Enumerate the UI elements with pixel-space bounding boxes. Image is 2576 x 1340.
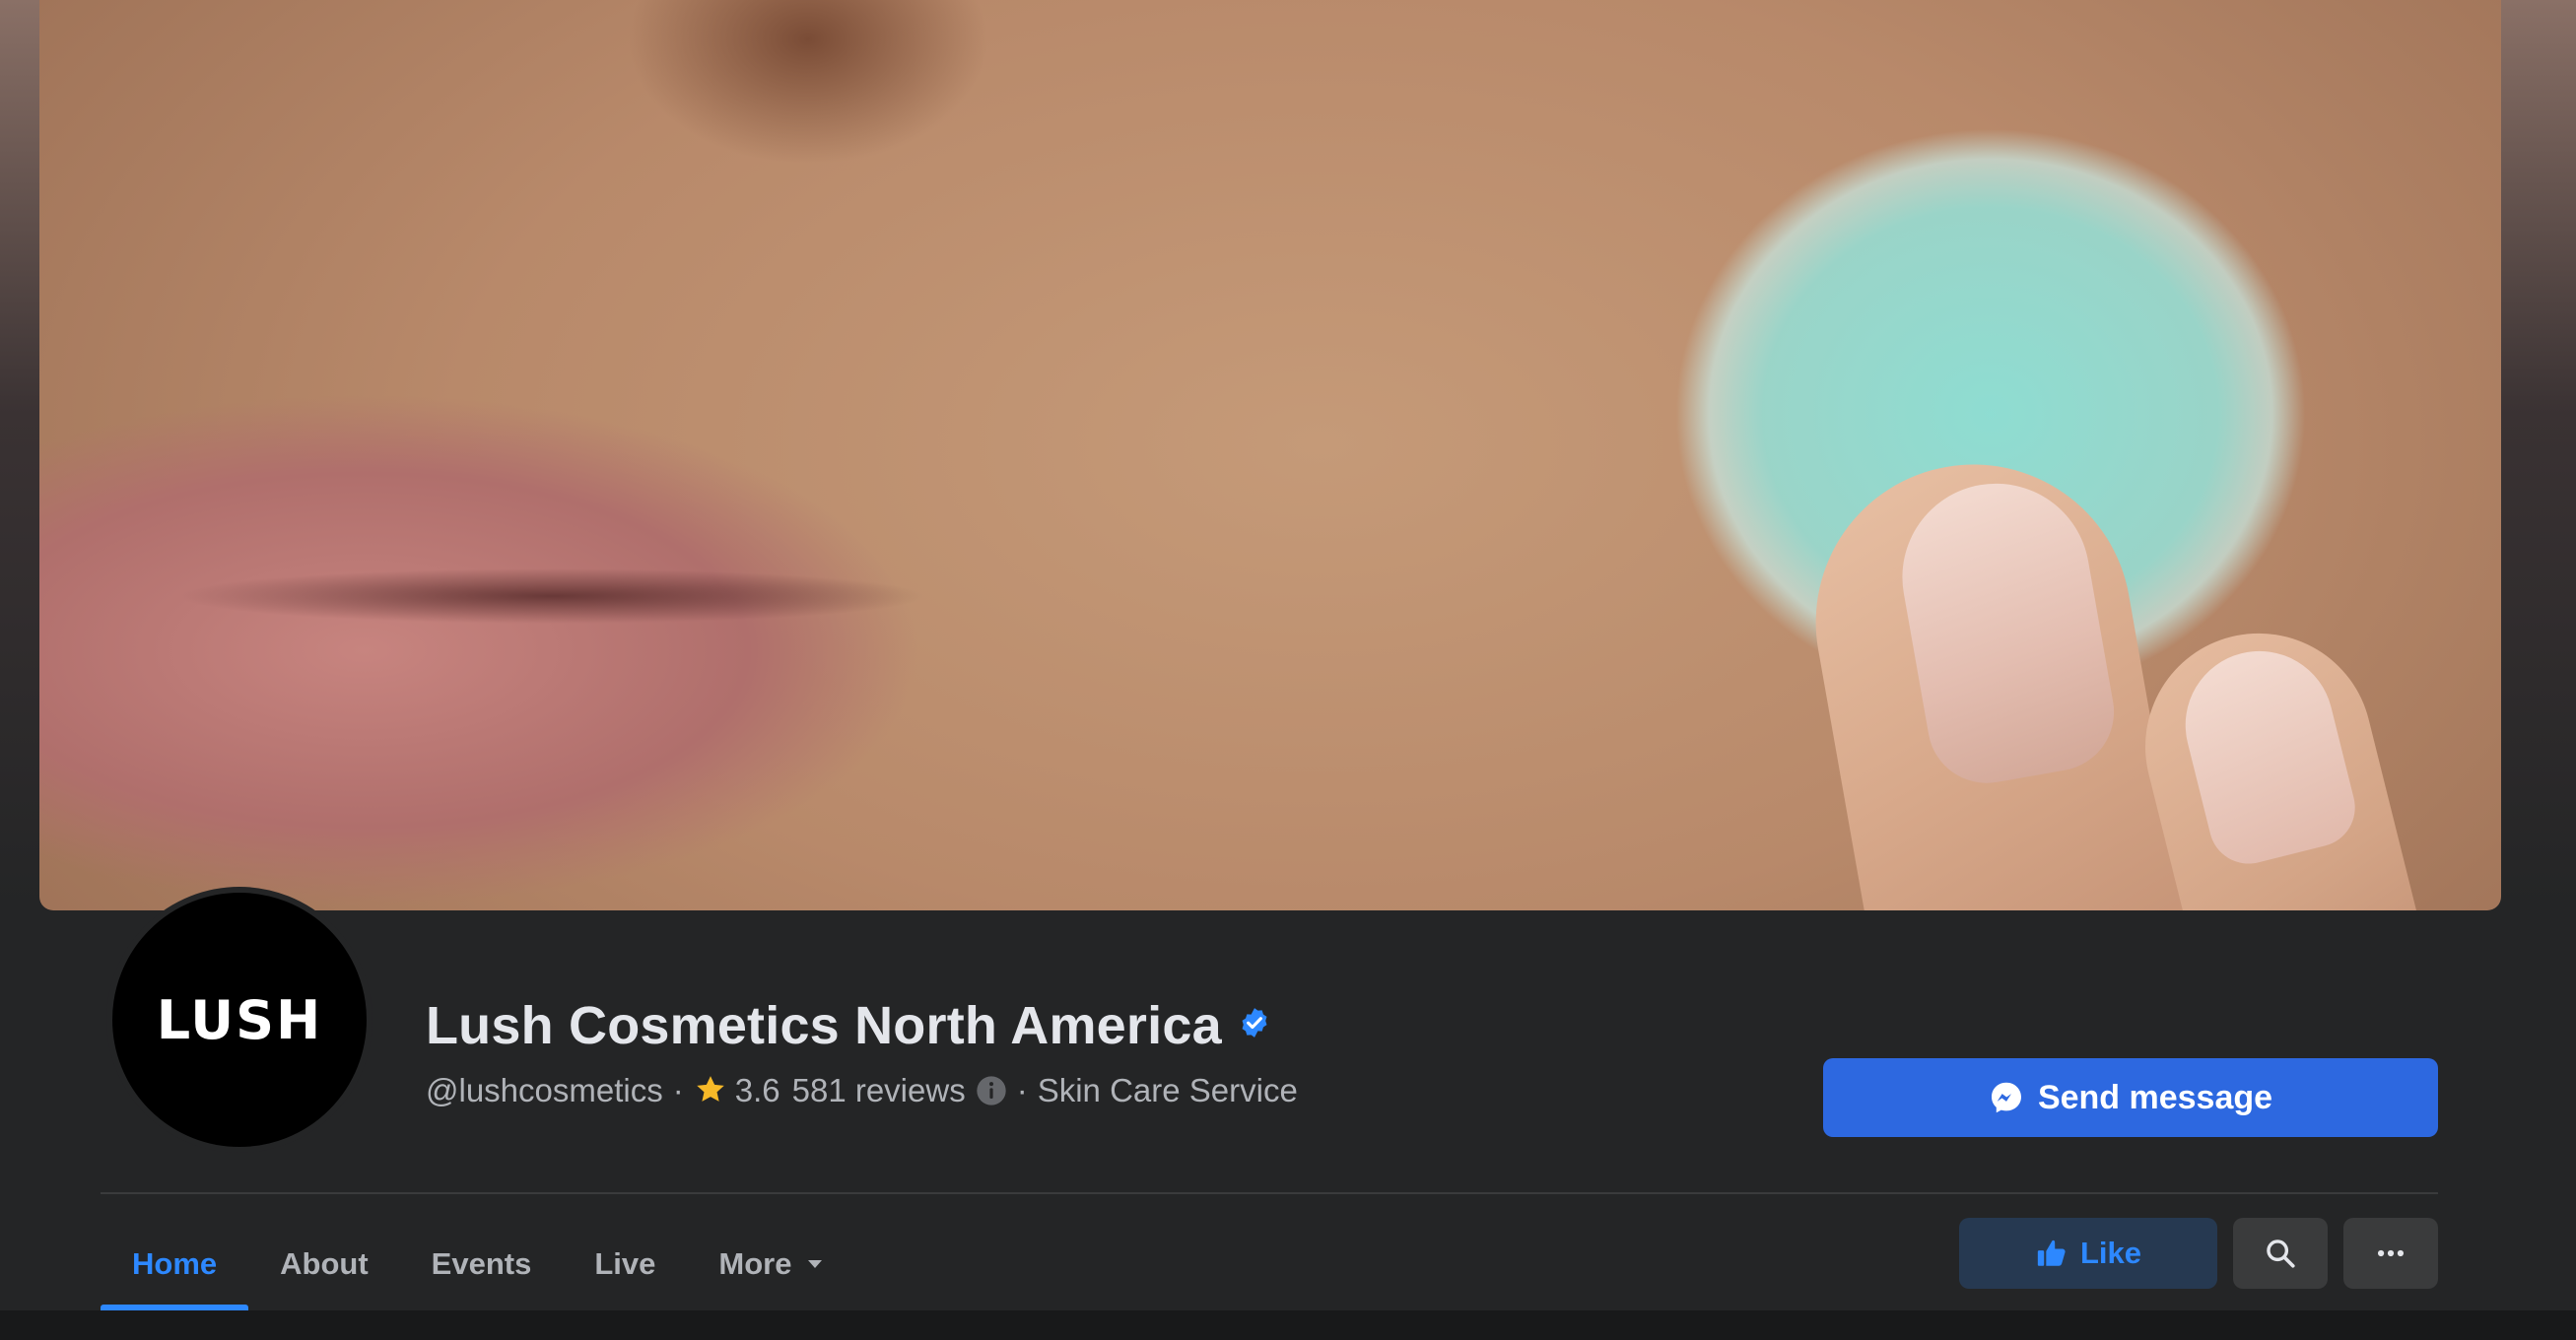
- like-button[interactable]: Like: [1959, 1218, 2217, 1289]
- tab-label: More: [718, 1246, 792, 1281]
- search-button[interactable]: [2233, 1218, 2328, 1289]
- profile-avatar[interactable]: LUSH: [106, 887, 373, 1153]
- send-message-label: Send message: [2037, 1078, 2273, 1116]
- page-tabs: Home About Events Live More: [101, 1218, 856, 1310]
- cover-photo-shade: [39, 552, 1123, 640]
- page-handle: @lushcosmetics: [426, 1072, 663, 1108]
- page-title: Lush Cosmetics North America: [426, 995, 1271, 1056]
- cover-photo[interactable]: [39, 0, 2501, 910]
- tab-events[interactable]: Events: [400, 1218, 564, 1310]
- info-icon[interactable]: [976, 1075, 1007, 1106]
- page-meta: @lushcosmetics · 3.6 581 reviews · Skin …: [426, 1072, 1298, 1109]
- caret-down-icon: [808, 1260, 823, 1268]
- lush-logo-text: LUSH: [156, 988, 323, 1051]
- ellipsis-icon: [2377, 1249, 2405, 1257]
- meta-separator: ·: [672, 1072, 684, 1108]
- tab-live[interactable]: Live: [563, 1218, 687, 1310]
- page-name[interactable]: Lush Cosmetics North America: [426, 995, 1222, 1056]
- tab-label: Home: [132, 1246, 218, 1281]
- meta-separator: ·: [1016, 1072, 1028, 1108]
- search-icon: [2267, 1240, 2295, 1268]
- thumbs-up-icon: [2037, 1240, 2066, 1266]
- like-label: Like: [2079, 1236, 2142, 1270]
- star-icon: [696, 1076, 724, 1102]
- send-message-button[interactable]: Send message: [1823, 1058, 2438, 1137]
- page-category[interactable]: Skin Care Service: [1038, 1072, 1298, 1109]
- tab-home[interactable]: Home: [101, 1218, 249, 1310]
- messenger-icon: [1991, 1082, 2021, 1113]
- tab-label: Live: [594, 1246, 656, 1281]
- tab-label: Events: [431, 1246, 532, 1281]
- tab-label: About: [280, 1246, 369, 1281]
- tab-about[interactable]: About: [248, 1218, 400, 1310]
- reviews-link[interactable]: 581 reviews: [792, 1072, 966, 1109]
- tab-more[interactable]: More: [687, 1218, 856, 1310]
- header-divider: [101, 1192, 2438, 1194]
- more-options-button[interactable]: [2343, 1218, 2438, 1289]
- verified-badge-icon: [1242, 1008, 1267, 1038]
- rating-value: 3.6: [734, 1072, 780, 1108]
